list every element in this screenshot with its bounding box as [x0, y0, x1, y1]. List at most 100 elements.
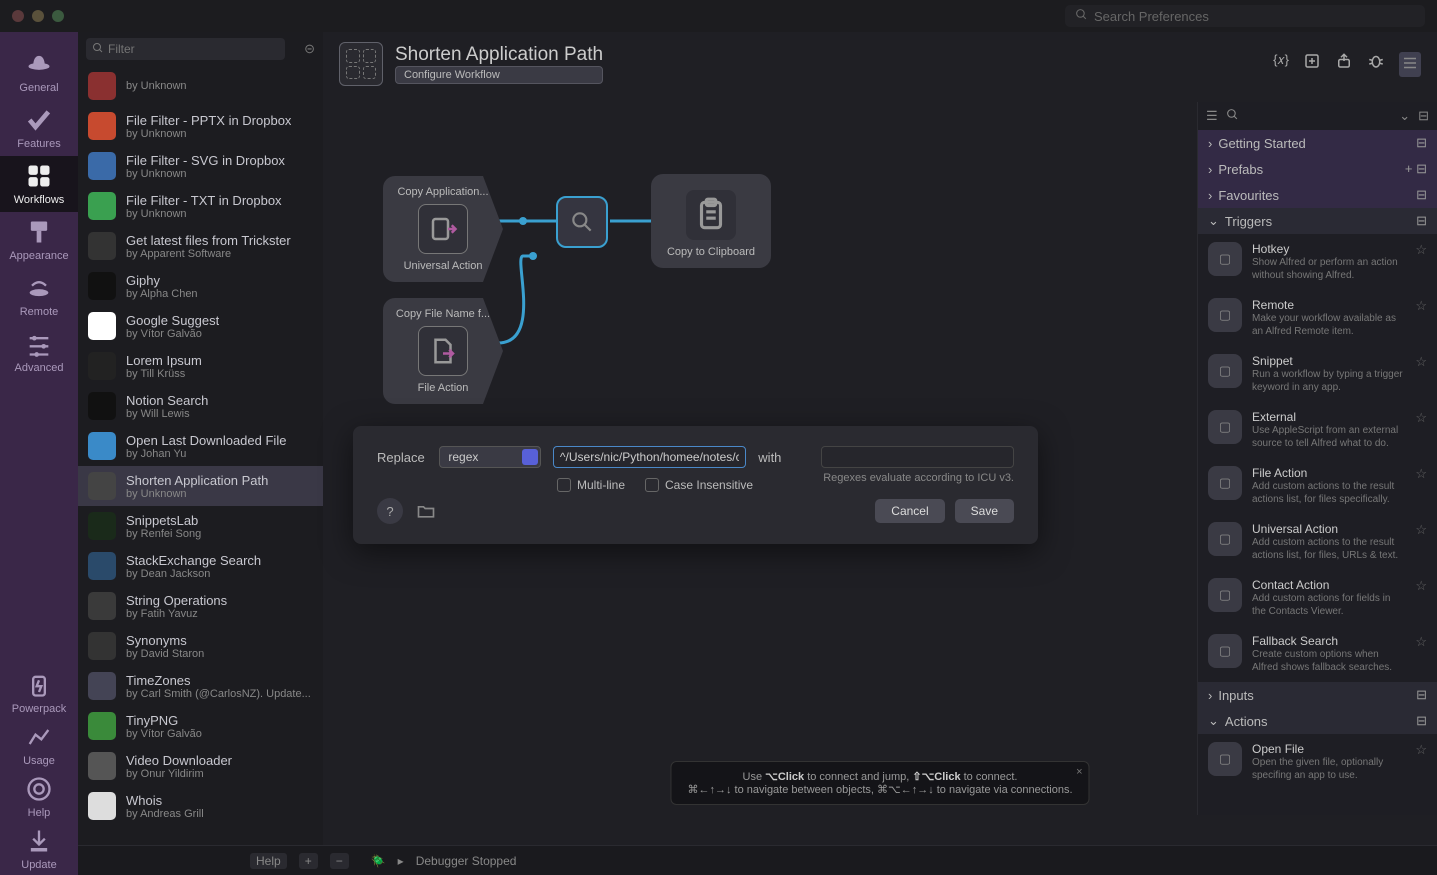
palette-item[interactable]: ▢ Contact Action Add custom actions for …	[1198, 570, 1437, 626]
node-copy-clipboard[interactable]: Copy to Clipboard	[651, 174, 771, 268]
workflow-item[interactable]: Whois by Andreas Grill	[78, 786, 323, 826]
star-icon[interactable]: ☆	[1415, 242, 1427, 258]
help-icon[interactable]: ?	[377, 498, 403, 524]
palette-item[interactable]: ▢ Remote Make your workflow available as…	[1198, 290, 1437, 346]
section-inputs[interactable]: ›Inputs⊟	[1198, 682, 1437, 708]
rail-remote[interactable]: Remote	[0, 268, 78, 324]
workflow-item[interactable]: TinyPNG by Vítor Galvão	[78, 706, 323, 746]
workflow-item-name: File Filter - SVG in Dropbox	[126, 153, 285, 168]
chevron-down-icon[interactable]: ⌄	[1399, 108, 1410, 124]
rail-features[interactable]: Features	[0, 100, 78, 156]
rail-powerpack[interactable]: Powerpack	[12, 667, 66, 719]
workflow-item[interactable]: Open Last Downloaded File by Johan Yu	[78, 426, 323, 466]
node-search[interactable]	[556, 196, 608, 248]
workflow-item[interactable]: StackExchange Search by Dean Jackson	[78, 546, 323, 586]
workflow-item[interactable]: by Unknown	[78, 66, 323, 106]
palette-item[interactable]: ▢ Snippet Run a workflow by typing a tri…	[1198, 346, 1437, 402]
filter-options-icon[interactable]: ⊝	[304, 41, 315, 57]
play-icon[interactable]: ▸	[398, 854, 404, 868]
workflow-item-author: by Unknown	[126, 208, 282, 220]
pattern-input[interactable]	[553, 446, 746, 468]
palette-section[interactable]: ›Getting Started⊟	[1198, 130, 1437, 156]
collapse-icon[interactable]: ⊟	[1418, 108, 1429, 124]
rail-help[interactable]: Help	[12, 771, 66, 823]
star-icon[interactable]: ☆	[1415, 410, 1427, 426]
workflow-item[interactable]: Synonyms by David Staron	[78, 626, 323, 666]
search-preferences[interactable]: Search Preferences	[1065, 5, 1425, 27]
list-icon[interactable]: ☰	[1206, 108, 1218, 124]
export-icon[interactable]	[1335, 52, 1353, 77]
palette-item[interactable]: ▢ Open FileOpen the given file, optional…	[1198, 734, 1437, 790]
rail-general[interactable]: General	[0, 44, 78, 100]
workflow-item[interactable]: TimeZones by Carl Smith (@CarlosNZ). Upd…	[78, 666, 323, 706]
with-input[interactable]	[821, 446, 1014, 468]
file-action-icon	[418, 326, 468, 376]
star-icon[interactable]: ☆	[1415, 742, 1427, 758]
palette-item[interactable]: ▢ External Use AppleScript from an exter…	[1198, 402, 1437, 458]
close-window[interactable]	[12, 10, 24, 22]
configure-workflow-button[interactable]: Configure Workflow	[395, 66, 603, 84]
workflow-item[interactable]: String Operations by Fatih Yavuz	[78, 586, 323, 626]
star-icon[interactable]: ☆	[1415, 578, 1427, 594]
minimize-window[interactable]	[32, 10, 44, 22]
palette-item[interactable]: ▢ Hotkey Show Alfred or perform an actio…	[1198, 234, 1437, 290]
workflow-item[interactable]: SnippetsLab by Renfei Song	[78, 506, 323, 546]
workflow-item[interactable]: File Filter - SVG in Dropbox by Unknown	[78, 146, 323, 186]
multiline-checkbox[interactable]: Multi-line	[557, 478, 625, 492]
section-actions[interactable]: ⌄Actions⊟	[1198, 708, 1437, 734]
palette-item-icon: ▢	[1208, 354, 1242, 388]
workflow-item[interactable]: Shorten Application Path by Unknown	[78, 466, 323, 506]
variables-icon[interactable]: {𝑥}	[1273, 52, 1289, 77]
workflow-item[interactable]: Get latest files from Trickster by Appar…	[78, 226, 323, 266]
search-icon[interactable]	[1226, 108, 1239, 124]
remove-button[interactable]: −	[330, 853, 349, 869]
palette-toggle-icon[interactable]	[1399, 52, 1421, 77]
star-icon[interactable]: ☆	[1415, 298, 1427, 314]
palette-item[interactable]: ▢ Universal Action Add custom actions to…	[1198, 514, 1437, 570]
rail-workflows[interactable]: Workflows	[0, 156, 78, 212]
rail-update[interactable]: Update	[12, 823, 66, 875]
node-universal-action[interactable]: Copy Application... Universal Action	[383, 176, 503, 282]
filter-input[interactable]	[86, 38, 285, 60]
palette-section[interactable]: ›Prefabs+ ⊟	[1198, 156, 1437, 182]
star-icon[interactable]: ☆	[1415, 354, 1427, 370]
help-button[interactable]: Help	[250, 853, 287, 869]
close-tooltip-icon[interactable]: ×	[1076, 766, 1082, 778]
debug-icon[interactable]	[1367, 52, 1385, 77]
cancel-button[interactable]: Cancel	[875, 499, 944, 523]
rail-appearance[interactable]: Appearance	[0, 212, 78, 268]
replace-mode-select[interactable]: regex	[439, 446, 541, 468]
zoom-window[interactable]	[52, 10, 64, 22]
star-icon[interactable]: ☆	[1415, 522, 1427, 538]
save-button[interactable]: Save	[955, 499, 1014, 523]
folder-icon[interactable]	[413, 498, 439, 524]
palette-item-title: File Action	[1252, 466, 1405, 480]
palette-item-icon: ▢	[1208, 634, 1242, 668]
palette-item[interactable]: ▢ Fallback Search Create custom options …	[1198, 626, 1437, 682]
rail-advanced[interactable]: Advanced	[0, 324, 78, 380]
star-icon[interactable]: ☆	[1415, 466, 1427, 482]
star-icon[interactable]: ☆	[1415, 634, 1427, 650]
case-insensitive-checkbox[interactable]: Case Insensitive	[645, 478, 753, 492]
header-tools: {𝑥}	[1273, 52, 1421, 77]
add-icon[interactable]	[1303, 52, 1321, 77]
rail-usage[interactable]: Usage	[12, 719, 66, 771]
rail-label: Features	[17, 138, 60, 150]
workflow-item[interactable]: Lorem Ipsum by Till Krüss	[78, 346, 323, 386]
palette-item[interactable]: ▢ File Action Add custom actions to the …	[1198, 458, 1437, 514]
collapse-icon[interactable]: ⊟	[1416, 213, 1427, 229]
section-triggers[interactable]: ⌄Triggers⊟	[1198, 208, 1437, 234]
workflow-item[interactable]: Giphy by Alpha Chen	[78, 266, 323, 306]
workflow-item[interactable]: Notion Search by Will Lewis	[78, 386, 323, 426]
workflow-item[interactable]: Video Downloader by Onur Yildirim	[78, 746, 323, 786]
workflow-item[interactable]: Google Suggest by Vítor Galvão	[78, 306, 323, 346]
workflow-item-icon	[88, 632, 116, 660]
workflow-item[interactable]: File Filter - PPTX in Dropbox by Unknown	[78, 106, 323, 146]
palette-item-icon: ▢	[1208, 410, 1242, 444]
palette-section[interactable]: ›Favourites⊟	[1198, 182, 1437, 208]
bug-icon[interactable]: 🪲	[371, 854, 386, 868]
node-file-action[interactable]: Copy File Name f... File Action	[383, 298, 503, 404]
palette-item-title: Universal Action	[1252, 522, 1405, 536]
workflow-item[interactable]: File Filter - TXT in Dropbox by Unknown	[78, 186, 323, 226]
add-button[interactable]: +	[299, 853, 318, 869]
